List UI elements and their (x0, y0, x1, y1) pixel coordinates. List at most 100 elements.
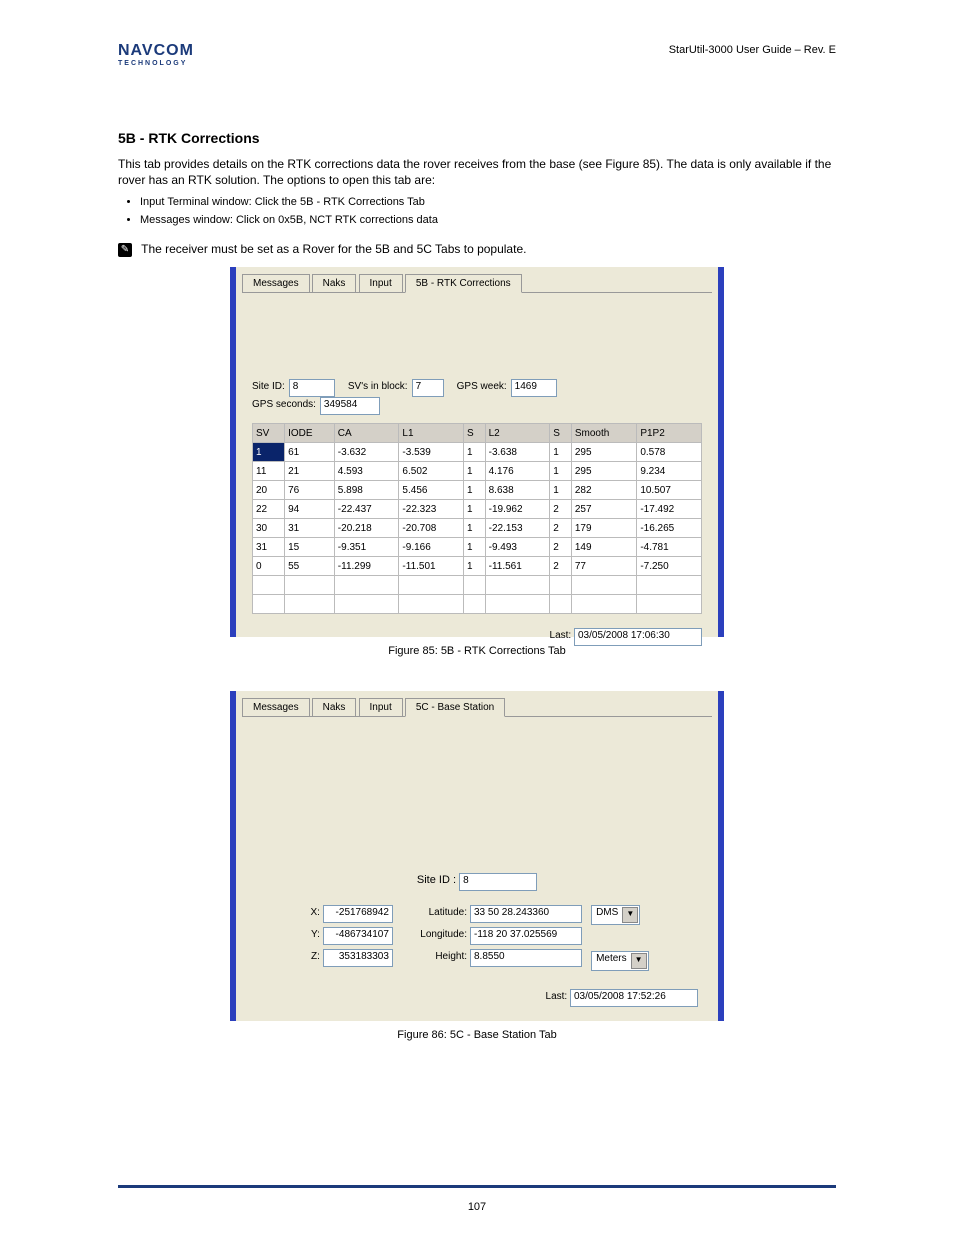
table-cell[interactable]: -22.153 (485, 519, 550, 538)
col-header[interactable]: SV (253, 424, 285, 443)
table-cell[interactable]: 1 (464, 500, 486, 519)
table-cell[interactable]: 295 (571, 462, 636, 481)
tab-5c-base-station[interactable]: 5C - Base Station (405, 698, 505, 717)
table-cell[interactable]: 2 (550, 519, 572, 538)
y-input[interactable]: -486734107 (323, 927, 393, 945)
table-cell[interactable]: 1 (464, 481, 486, 500)
table-cell[interactable]: -19.962 (485, 500, 550, 519)
last-value-5c[interactable]: 03/05/2008 17:52:26 (570, 989, 698, 1007)
table-row[interactable]: 055-11.299-11.5011-11.561277-7.250 (253, 557, 702, 576)
table-cell[interactable]: -3.539 (399, 443, 464, 462)
tab-messages[interactable]: Messages (242, 274, 310, 292)
table-cell[interactable]: 6.502 (399, 462, 464, 481)
table-cell[interactable]: 2 (550, 557, 572, 576)
col-header[interactable]: Smooth (571, 424, 636, 443)
col-header[interactable]: L2 (485, 424, 550, 443)
table-cell[interactable]: 9.234 (637, 462, 702, 481)
col-header[interactable]: P1P2 (637, 424, 702, 443)
table-cell[interactable]: 1 (550, 443, 572, 462)
tab-5b-rtk-corrections[interactable]: 5B - RTK Corrections (405, 274, 522, 293)
sv-block-input[interactable]: 7 (412, 379, 444, 397)
table-cell[interactable]: 20 (253, 481, 285, 500)
table-cell[interactable]: 30 (253, 519, 285, 538)
format-select[interactable]: DMS▼ (591, 905, 640, 925)
table-cell[interactable]: -9.166 (399, 538, 464, 557)
table-cell[interactable]: -11.299 (334, 557, 399, 576)
table-cell[interactable]: 179 (571, 519, 636, 538)
table-cell[interactable]: 94 (285, 500, 335, 519)
table-cell[interactable]: -7.250 (637, 557, 702, 576)
col-header[interactable]: CA (334, 424, 399, 443)
table-cell[interactable]: 282 (571, 481, 636, 500)
table-cell[interactable]: 22 (253, 500, 285, 519)
table-cell[interactable]: 77 (571, 557, 636, 576)
table-cell[interactable]: -16.265 (637, 519, 702, 538)
gps-sec-input[interactable]: 349584 (320, 397, 380, 415)
table-cell[interactable]: 295 (571, 443, 636, 462)
table-cell[interactable]: 4.593 (334, 462, 399, 481)
table-cell[interactable]: 149 (571, 538, 636, 557)
table-cell[interactable]: 1 (464, 519, 486, 538)
col-header[interactable]: S (550, 424, 572, 443)
table-cell[interactable]: 76 (285, 481, 335, 500)
gps-week-input[interactable]: 1469 (511, 379, 557, 397)
table-cell[interactable]: 21 (285, 462, 335, 481)
table-cell[interactable]: -17.492 (637, 500, 702, 519)
table-cell[interactable]: 55 (285, 557, 335, 576)
table-cell[interactable]: 31 (285, 519, 335, 538)
table-row[interactable]: 3031-20.218-20.7081-22.1532179-16.265 (253, 519, 702, 538)
table-cell[interactable]: 31 (253, 538, 285, 557)
table-cell[interactable]: -3.638 (485, 443, 550, 462)
col-header[interactable]: S (464, 424, 486, 443)
z-input[interactable]: 353183303 (323, 949, 393, 967)
table-cell[interactable]: 10.507 (637, 481, 702, 500)
table-row[interactable]: 161-3.632-3.5391-3.63812950.578 (253, 443, 702, 462)
table-cell[interactable]: 1 (464, 538, 486, 557)
table-cell[interactable]: -9.351 (334, 538, 399, 557)
table-row[interactable]: 3115-9.351-9.1661-9.4932149-4.781 (253, 538, 702, 557)
unit-select[interactable]: Meters▼ (591, 951, 649, 971)
table-cell[interactable]: -22.437 (334, 500, 399, 519)
lat-input[interactable]: 33 50 28.243360 (470, 905, 582, 923)
table-cell[interactable]: 0 (253, 557, 285, 576)
table-cell[interactable]: 1 (464, 462, 486, 481)
table-cell[interactable]: 0.578 (637, 443, 702, 462)
table-row[interactable]: 11214.5936.50214.17612959.234 (253, 462, 702, 481)
table-cell[interactable]: 257 (571, 500, 636, 519)
table-cell[interactable]: 5.456 (399, 481, 464, 500)
table-row[interactable]: 2294-22.437-22.3231-19.9622257-17.492 (253, 500, 702, 519)
last-value-5b[interactable]: 03/05/2008 17:06:30 (574, 628, 702, 646)
tab-naks[interactable]: Naks (312, 274, 357, 292)
table-cell[interactable]: 61 (285, 443, 335, 462)
x-input[interactable]: -251768942 (323, 905, 393, 923)
table-cell[interactable]: -22.323 (399, 500, 464, 519)
col-header[interactable]: IODE (285, 424, 335, 443)
hgt-input[interactable]: 8.8550 (470, 949, 582, 967)
table-cell[interactable]: -20.708 (399, 519, 464, 538)
tab-naks-5c[interactable]: Naks (312, 698, 357, 716)
table-cell[interactable]: -11.561 (485, 557, 550, 576)
table-cell[interactable]: 8.638 (485, 481, 550, 500)
table-cell[interactable]: -3.632 (334, 443, 399, 462)
lon-input[interactable]: -118 20 37.025569 (470, 927, 582, 945)
table-cell[interactable]: -4.781 (637, 538, 702, 557)
table-cell[interactable]: 1 (253, 443, 285, 462)
table-cell[interactable]: 1 (464, 557, 486, 576)
tab-input[interactable]: Input (359, 274, 403, 292)
table-cell[interactable]: 1 (464, 443, 486, 462)
tab-input-5c[interactable]: Input (359, 698, 403, 716)
table-cell[interactable]: -9.493 (485, 538, 550, 557)
table-cell[interactable]: -20.218 (334, 519, 399, 538)
table-cell[interactable]: 4.176 (485, 462, 550, 481)
rtk-corrections-table[interactable]: SVIODECAL1SL2SSmoothP1P2 161-3.632-3.539… (252, 423, 702, 614)
table-cell[interactable]: 1 (550, 462, 572, 481)
table-cell[interactable]: 2 (550, 500, 572, 519)
table-cell[interactable]: 5.898 (334, 481, 399, 500)
col-header[interactable]: L1 (399, 424, 464, 443)
table-cell[interactable]: -11.501 (399, 557, 464, 576)
table-row[interactable]: 20765.8985.45618.638128210.507 (253, 481, 702, 500)
table-cell[interactable]: 11 (253, 462, 285, 481)
table-cell[interactable]: 15 (285, 538, 335, 557)
table-cell[interactable]: 1 (550, 481, 572, 500)
site-id-input[interactable]: 8 (289, 379, 335, 397)
